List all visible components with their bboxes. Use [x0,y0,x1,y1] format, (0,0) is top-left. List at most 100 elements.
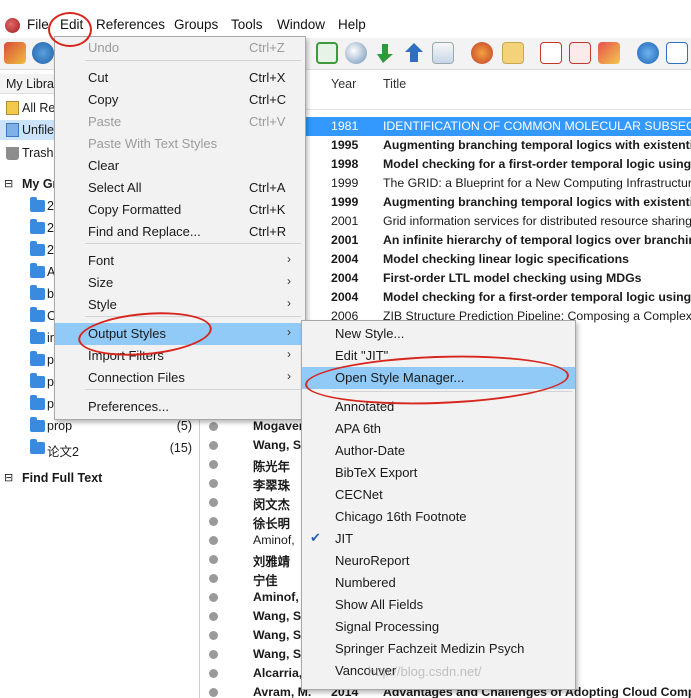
open-link-icon[interactable] [432,42,454,64]
menu-references[interactable]: References [96,17,165,32]
menu-item-clear[interactable]: Clear [55,155,305,177]
trash-label: Trash [22,146,54,160]
style-item[interactable]: Springer Fachzeit Medizin Psych [302,638,575,660]
style-item[interactable]: Signal Processing [302,616,575,638]
read-status-icon[interactable] [209,460,218,469]
read-status-icon[interactable] [209,612,218,621]
new-reference-icon[interactable] [316,42,338,64]
read-status-icon[interactable] [209,479,218,488]
style-item[interactable]: ✔ JIT [302,528,575,550]
menu-bar: File Edit References Groups Tools Window… [0,13,691,38]
submenu-arrow-icon: › [287,325,291,339]
column-title[interactable]: Title [383,77,406,91]
reference-author: 闵文杰 [253,498,290,512]
library-mode-icon[interactable] [4,42,26,64]
read-status-icon[interactable] [209,441,218,450]
reference-year: 2004 [331,252,359,266]
menu-item-import-filters[interactable]: Import Filters › [55,345,305,367]
reference-title: Model checking for a first-order tempora… [383,290,691,304]
style-item[interactable]: BibTeX Export [302,462,575,484]
style-item-label: Open Style Manager... [335,370,465,385]
style-item[interactable]: New Style... [302,323,575,345]
menu-help[interactable]: Help [338,17,366,32]
format-bibliography-icon[interactable] [569,42,591,64]
menu-separator [85,60,301,61]
insert-citation-icon[interactable] [540,42,562,64]
menu-item-label: Preferences... [88,399,169,414]
submenu-arrow-icon: › [287,369,291,383]
share-icon[interactable] [666,42,688,64]
style-item[interactable]: NeuroReport [302,550,575,572]
collapse-icon[interactable]: ⊟ [4,471,13,484]
menu-edit[interactable]: Edit [60,17,83,32]
menu-item-paste[interactable]: Paste Ctrl+V [55,111,305,133]
menu-item-shortcut: Ctrl+C [249,92,287,107]
menu-item-select-all[interactable]: Select All Ctrl+A [55,177,305,199]
menu-item-paste-with-text-styles[interactable]: Paste With Text Styles [55,133,305,155]
read-status-icon[interactable] [209,574,218,583]
read-status-icon[interactable] [209,631,218,640]
reference-title: The GRID: a Blueprint for a New Computin… [383,176,691,190]
style-item[interactable]: Show All Fields [302,594,575,616]
menu-item-copy-formatted[interactable]: Copy Formatted Ctrl+K [55,199,305,221]
style-item[interactable]: APA 6th [302,418,575,440]
read-status-icon[interactable] [209,650,218,659]
reference-author: Aminof, [253,533,295,547]
read-status-icon[interactable] [209,517,218,526]
reference-year: 1995 [331,138,359,152]
folder-icon [30,351,45,366]
menu-item-font[interactable]: Font › [55,250,305,272]
cite-while-you-write-icon[interactable] [598,42,620,64]
folder-icon [30,373,45,388]
menu-item-output-styles[interactable]: Output Styles › [55,323,305,345]
menu-tools[interactable]: Tools [231,17,263,32]
folder-icon [30,307,45,322]
reference-year: 1999 [331,195,359,209]
read-status-icon[interactable] [209,422,218,431]
style-item[interactable]: Numbered [302,572,575,594]
menu-item-size[interactable]: Size › [55,272,305,294]
folder-icon [30,241,45,256]
find-full-text-icon[interactable] [471,42,493,64]
style-item[interactable]: Edit "JIT" [302,345,575,367]
read-status-icon[interactable] [209,536,218,545]
menu-file[interactable]: File [27,17,49,32]
menu-item-style[interactable]: Style › [55,294,305,316]
read-status-icon[interactable] [209,498,218,507]
menu-item-copy[interactable]: Copy Ctrl+C [55,89,305,111]
trash-icon [6,147,19,160]
menu-item-find-and-replace[interactable]: Find and Replace... Ctrl+R [55,221,305,243]
menu-item-connection-files[interactable]: Connection Files › [55,367,305,389]
find-full-text-header[interactable]: ⊟ Find Full Text [0,468,200,488]
column-year[interactable]: Year [331,77,356,91]
sync-icon[interactable] [637,42,659,64]
menu-item-label: Connection Files [88,370,185,385]
group-label: prop [47,419,73,433]
menu-item-undo[interactable]: Undo Ctrl+Z [55,37,305,59]
online-search-icon[interactable] [32,42,54,64]
style-item[interactable]: Chicago 16th Footnote [302,506,575,528]
reference-author: Aminof, [253,590,299,604]
style-item[interactable]: CECNet [302,484,575,506]
read-status-icon[interactable] [209,593,218,602]
style-item[interactable]: Annotated [302,396,575,418]
menu-window[interactable]: Window [277,17,325,32]
read-status-icon[interactable] [209,669,218,678]
group-label: 2 [47,221,54,235]
group-label: p [47,375,54,389]
menu-groups[interactable]: Groups [174,17,218,32]
upload-arrow-icon[interactable] [403,42,425,64]
menu-item-preferences[interactable]: Preferences... [55,396,305,418]
group-item-lunwen[interactable]: 论文2 (15) [0,438,200,459]
style-item[interactable]: Open Style Manager... [302,367,575,389]
read-status-icon[interactable] [209,555,218,564]
style-item[interactable]: Author-Date [302,440,575,462]
collapse-icon[interactable]: ⊟ [4,177,13,190]
read-status-icon[interactable] [209,688,218,697]
menu-item-cut[interactable]: Cut Ctrl+X [55,67,305,89]
reference-year: 2004 [331,271,359,285]
open-folder-icon[interactable] [502,42,524,64]
find-icon[interactable] [345,42,367,64]
find-full-text-label: Find Full Text [22,471,103,485]
download-arrow-icon[interactable] [374,42,396,64]
